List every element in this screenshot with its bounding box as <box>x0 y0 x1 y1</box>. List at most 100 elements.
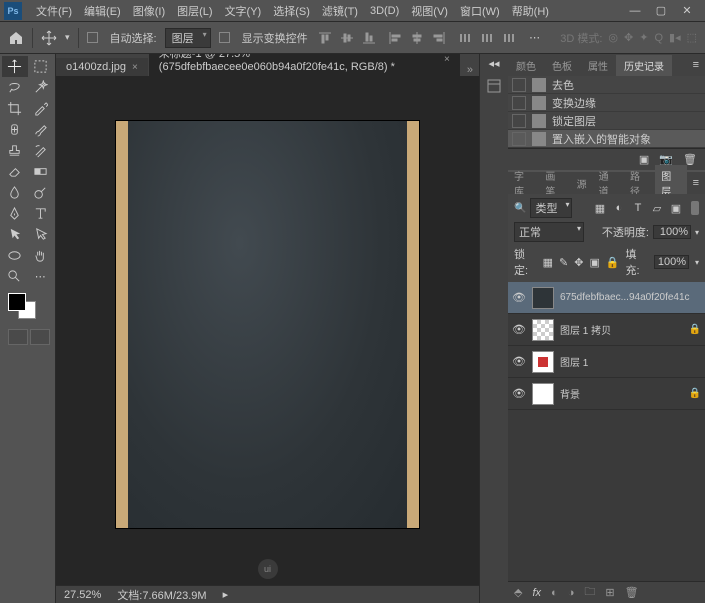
layer-group-icon[interactable]: 🗀 <box>584 583 595 602</box>
tab-history[interactable]: 历史记录 <box>616 55 672 76</box>
lasso-tool[interactable] <box>2 77 28 98</box>
opacity-input[interactable]: 100% <box>653 225 691 239</box>
filter-smart-icon[interactable]: ▣ <box>669 201 683 215</box>
screenmode-button[interactable] <box>30 329 50 345</box>
panel-menu-icon[interactable]: ≡ <box>687 59 705 71</box>
menu-select[interactable]: 选择(S) <box>267 3 316 19</box>
filter-type-icon[interactable]: T <box>631 201 645 215</box>
layer-row[interactable]: 👁图层 1 <box>508 346 705 378</box>
edit-toolbar[interactable]: ⋯ <box>28 266 54 287</box>
marquee-tool[interactable] <box>28 56 54 77</box>
dodge-tool[interactable] <box>28 182 54 203</box>
history-brush-tool[interactable] <box>28 140 54 161</box>
direct-select-tool[interactable] <box>28 224 54 245</box>
crop-tool[interactable] <box>2 98 28 119</box>
layer-thumbnail[interactable] <box>532 287 554 309</box>
autoselect-target-select[interactable]: 图层 <box>165 28 211 48</box>
distribute-h2-icon[interactable] <box>478 29 496 47</box>
menu-3d[interactable]: 3D(D) <box>364 5 405 17</box>
align-vcenter-icon[interactable] <box>338 29 356 47</box>
filter-toggle[interactable] <box>691 201 699 215</box>
path-select-tool[interactable] <box>2 224 28 245</box>
blend-mode-select[interactable]: 正常 <box>514 222 584 242</box>
search-icon[interactable]: ▮◂ <box>669 31 681 44</box>
brush-tool[interactable] <box>28 119 54 140</box>
distribute-h3-icon[interactable] <box>500 29 518 47</box>
align-top-icon[interactable] <box>316 29 334 47</box>
menu-help[interactable]: 帮助(H) <box>506 3 555 19</box>
status-arrow-icon[interactable]: ▸ <box>223 588 229 601</box>
quickmask-button[interactable] <box>8 329 28 345</box>
panel-menu-icon[interactable]: ≡ <box>687 177 705 189</box>
menu-layer[interactable]: 图层(L) <box>171 3 218 19</box>
wand-tool[interactable] <box>28 77 54 98</box>
lock-artboard-icon[interactable]: ▣ <box>589 256 599 269</box>
delete-layer-icon[interactable]: 🗑 <box>625 586 639 599</box>
home-icon[interactable] <box>8 30 24 46</box>
tab-swatches[interactable]: 色板 <box>544 55 580 76</box>
zoom-tool[interactable] <box>2 266 28 287</box>
lock-position-icon[interactable]: ✥ <box>574 256 583 269</box>
lock-pixels-icon[interactable]: ✎ <box>559 256 568 269</box>
zoom-readout[interactable]: 27.52% <box>64 589 101 601</box>
menu-file[interactable]: 文件(F) <box>30 3 78 19</box>
canvas[interactable] <box>116 121 419 528</box>
share-icon[interactable]: ⬚ <box>687 31 697 44</box>
foreground-swatch[interactable] <box>8 293 26 311</box>
history-item[interactable]: 去色 <box>508 76 705 94</box>
lock-all-icon[interactable]: 🔒 <box>606 256 620 269</box>
filter-adjust-icon[interactable]: ◐ <box>612 201 626 215</box>
layer-fx-icon[interactable]: fx <box>532 587 541 599</box>
layer-filter-select[interactable]: 类型 <box>530 198 572 218</box>
fill-input[interactable]: 100% <box>654 255 689 269</box>
document-tab-1[interactable]: o1400zd.jpg× <box>56 58 148 76</box>
visibility-icon[interactable]: 👁 <box>512 323 526 336</box>
adjustment-layer-icon[interactable]: ◑ <box>568 587 575 599</box>
visibility-icon[interactable]: 👁 <box>512 291 526 304</box>
eyedropper-tool[interactable] <box>28 98 54 119</box>
stamp-tool[interactable] <box>2 140 28 161</box>
filter-shape-icon[interactable]: ▱ <box>650 201 664 215</box>
eraser-tool[interactable] <box>2 161 28 182</box>
tab-close-icon[interactable]: × <box>132 62 138 73</box>
menu-filter[interactable]: 滤镜(T) <box>316 3 364 19</box>
visibility-icon[interactable]: 👁 <box>512 387 526 400</box>
layer-mask-icon[interactable]: ◐ <box>551 587 558 599</box>
menu-window[interactable]: 窗口(W) <box>454 3 506 19</box>
menu-image[interactable]: 图像(I) <box>127 3 171 19</box>
menu-edit[interactable]: 编辑(E) <box>78 3 127 19</box>
orbit-icon[interactable]: ◎ <box>608 31 618 44</box>
menu-type[interactable]: 文字(Y) <box>219 3 268 19</box>
close-button[interactable]: ✕ <box>681 5 693 17</box>
link-layers-icon[interactable]: ⬘ <box>514 586 522 599</box>
history-item[interactable]: 置入嵌入的智能对象 <box>508 130 705 148</box>
showtransform-checkbox[interactable] <box>219 32 230 43</box>
gradient-tool[interactable] <box>28 161 54 182</box>
hand-tool[interactable] <box>28 245 54 266</box>
canvas-area[interactable]: ui <box>56 76 479 585</box>
menu-view[interactable]: 视图(V) <box>405 3 454 19</box>
type-tool[interactable] <box>28 203 54 224</box>
align-left-icon[interactable] <box>386 29 404 47</box>
history-item[interactable]: 变换边缘 <box>508 94 705 112</box>
document-tab-2[interactable]: 未标题-1 @ 27.5% (675dfebfbaecee0e060b94a0f… <box>149 54 460 76</box>
layer-row[interactable]: 👁图层 1 拷贝🔒 <box>508 314 705 346</box>
tab-clone[interactable]: 源 <box>571 173 593 194</box>
autoselect-checkbox[interactable] <box>87 32 98 43</box>
scale3d-icon[interactable]: Q <box>654 32 663 44</box>
layer-row[interactable]: 👁675dfebfbaec...94a0f20fe41c <box>508 282 705 314</box>
align-bottom-icon[interactable] <box>360 29 378 47</box>
shape-tool[interactable] <box>2 245 28 266</box>
layer-row[interactable]: 👁背景🔒 <box>508 378 705 410</box>
strip-icon-1[interactable] <box>484 76 504 96</box>
tab-close-icon[interactable]: × <box>444 54 450 65</box>
tabs-overflow-icon[interactable]: » <box>461 64 479 76</box>
distribute-h1-icon[interactable] <box>456 29 474 47</box>
minimize-button[interactable]: — <box>629 5 641 17</box>
pan3d-icon[interactable]: ✥ <box>624 31 633 44</box>
maximize-button[interactable]: ▢ <box>655 5 667 17</box>
panel-collapse-icon[interactable]: ◂◂ <box>480 58 508 68</box>
align-right-icon[interactable] <box>430 29 448 47</box>
lock-transparency-icon[interactable]: ▦ <box>543 256 553 269</box>
blur-tool[interactable] <box>2 182 28 203</box>
